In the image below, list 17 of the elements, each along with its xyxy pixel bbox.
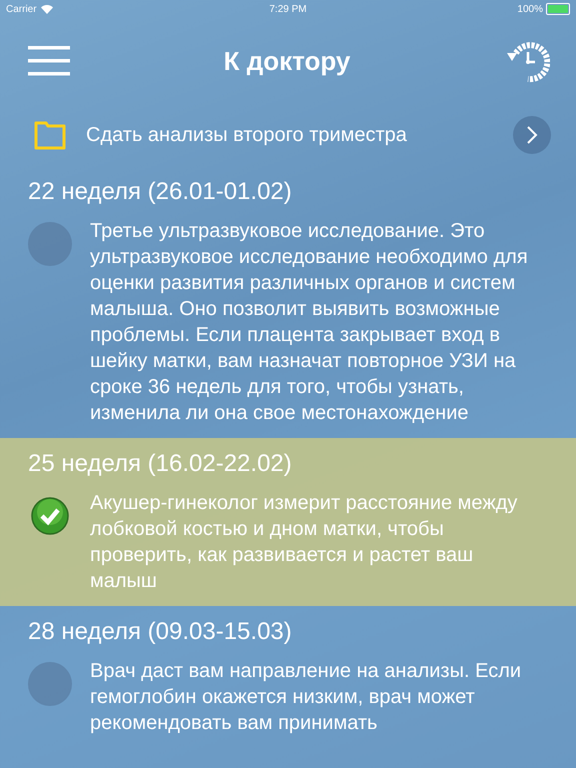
week-heading: 25 неделя (16.02-22.02) [28,450,293,478]
carrier-label: Carrier [6,4,37,14]
screen-title: К доктору [224,46,350,76]
week-heading: 28 неделя (09.03-15.03) [28,618,293,646]
folder-icon [34,120,66,150]
battery-percent: 100% [517,4,543,14]
folder-label: Сдать анализы второго триместра [86,124,408,146]
wifi-icon [40,4,53,14]
clock: 7:29 PM [269,4,307,14]
menu-icon[interactable] [28,46,70,76]
week-heading: 22 неделя (26.01-01.02) [28,178,293,206]
next-button[interactable] [513,116,551,154]
week-description: Третье ультразвуковое исследование. Это ультразвуковое исследование необходимо для оценки развития различных органов и систем малыша. Оно позволит выявить возможные проблемы. Если плацента закрывает вход в шейку матки, вам назначат повторное УЗИ на сроке 36 недель для того, чтобы узнать, изменила ли она свое местонахождение [90,219,529,426]
chevron-right-icon [526,126,538,144]
battery-icon [546,3,570,15]
week-description: Врач даст вам направление на анализы. Если гемоглобин окажется низким, врач может рекомендовать вам принимать [90,659,522,736]
week-description: Акушер-гинеколог измерит расстояние между лобковой костью и дном матки, чтобы проверить, как развивается и растет ваш малыш [90,491,518,594]
